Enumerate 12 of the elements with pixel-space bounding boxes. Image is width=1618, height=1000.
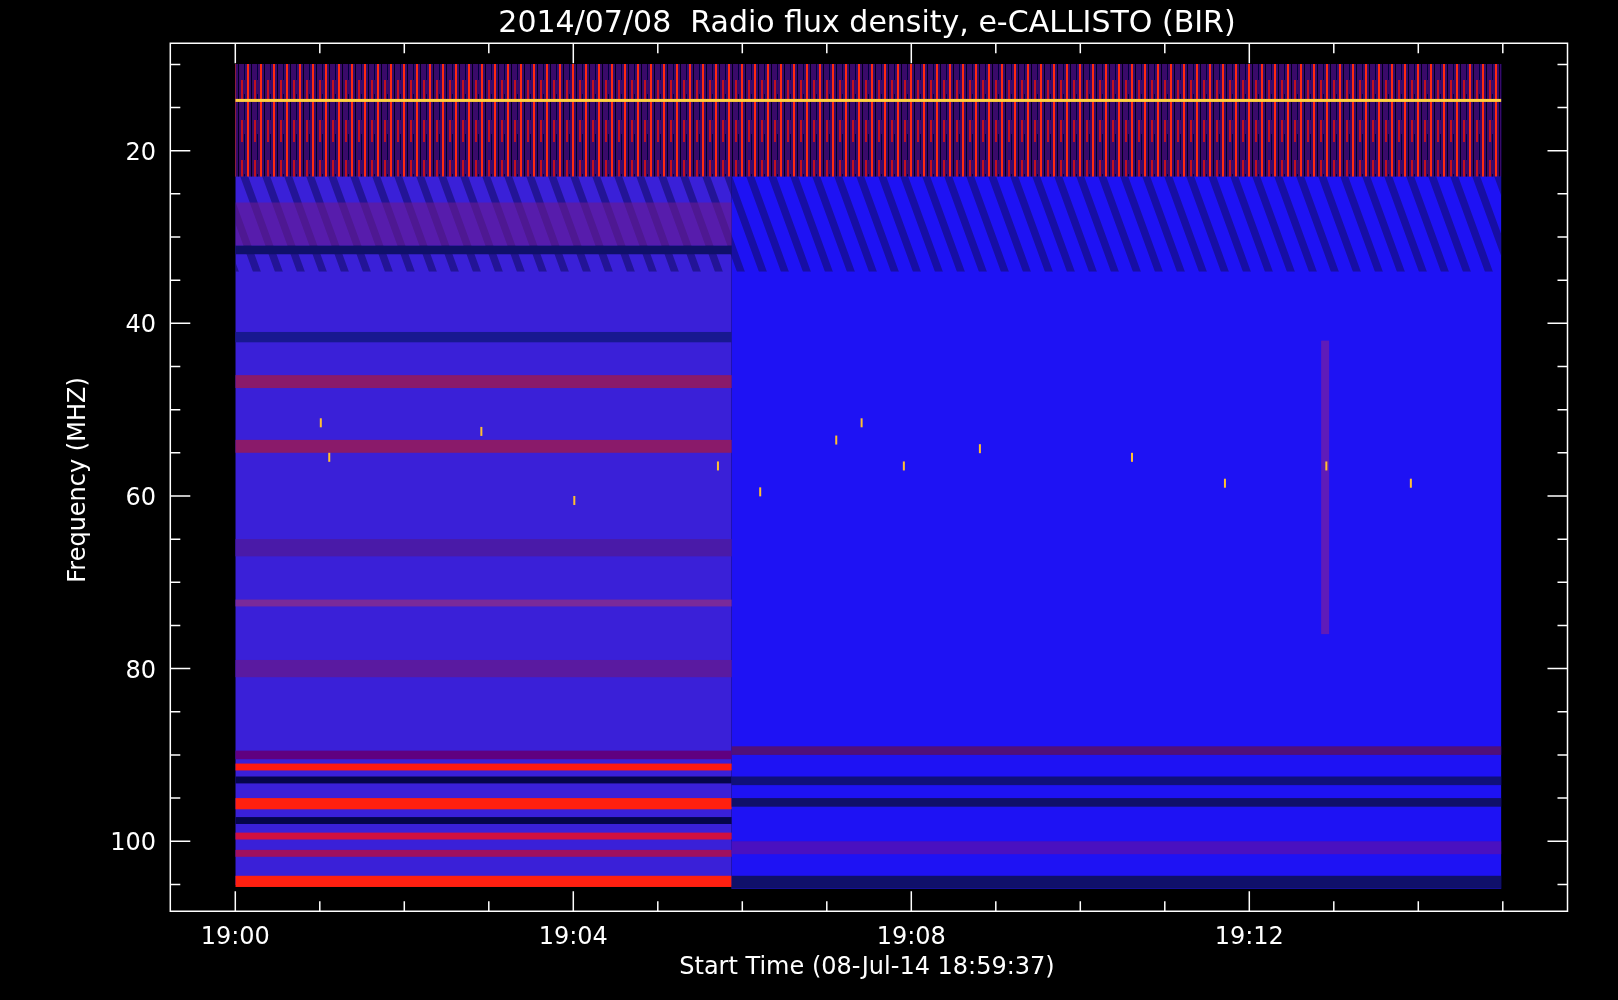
chart-title: 2014/07/08 Radio flux density, e-CALLISTO (BIR) [498,4,1236,39]
tick-label: 80 [125,655,156,684]
axis-label: Start Time (08-Jul-14 18:59:37) [679,952,1055,980]
tick-label: 19:00 [200,922,270,950]
tick-label: 19:04 [538,922,608,950]
tick-label: 100 [110,828,156,857]
tick-label: 60 [125,483,156,511]
axis-label: Frequency (MHZ) [63,377,91,583]
tick-label: 19:08 [876,922,946,950]
tick-label: 40 [125,310,156,339]
tick-label: 20 [125,137,156,166]
tick-label: 19:12 [1214,922,1284,950]
